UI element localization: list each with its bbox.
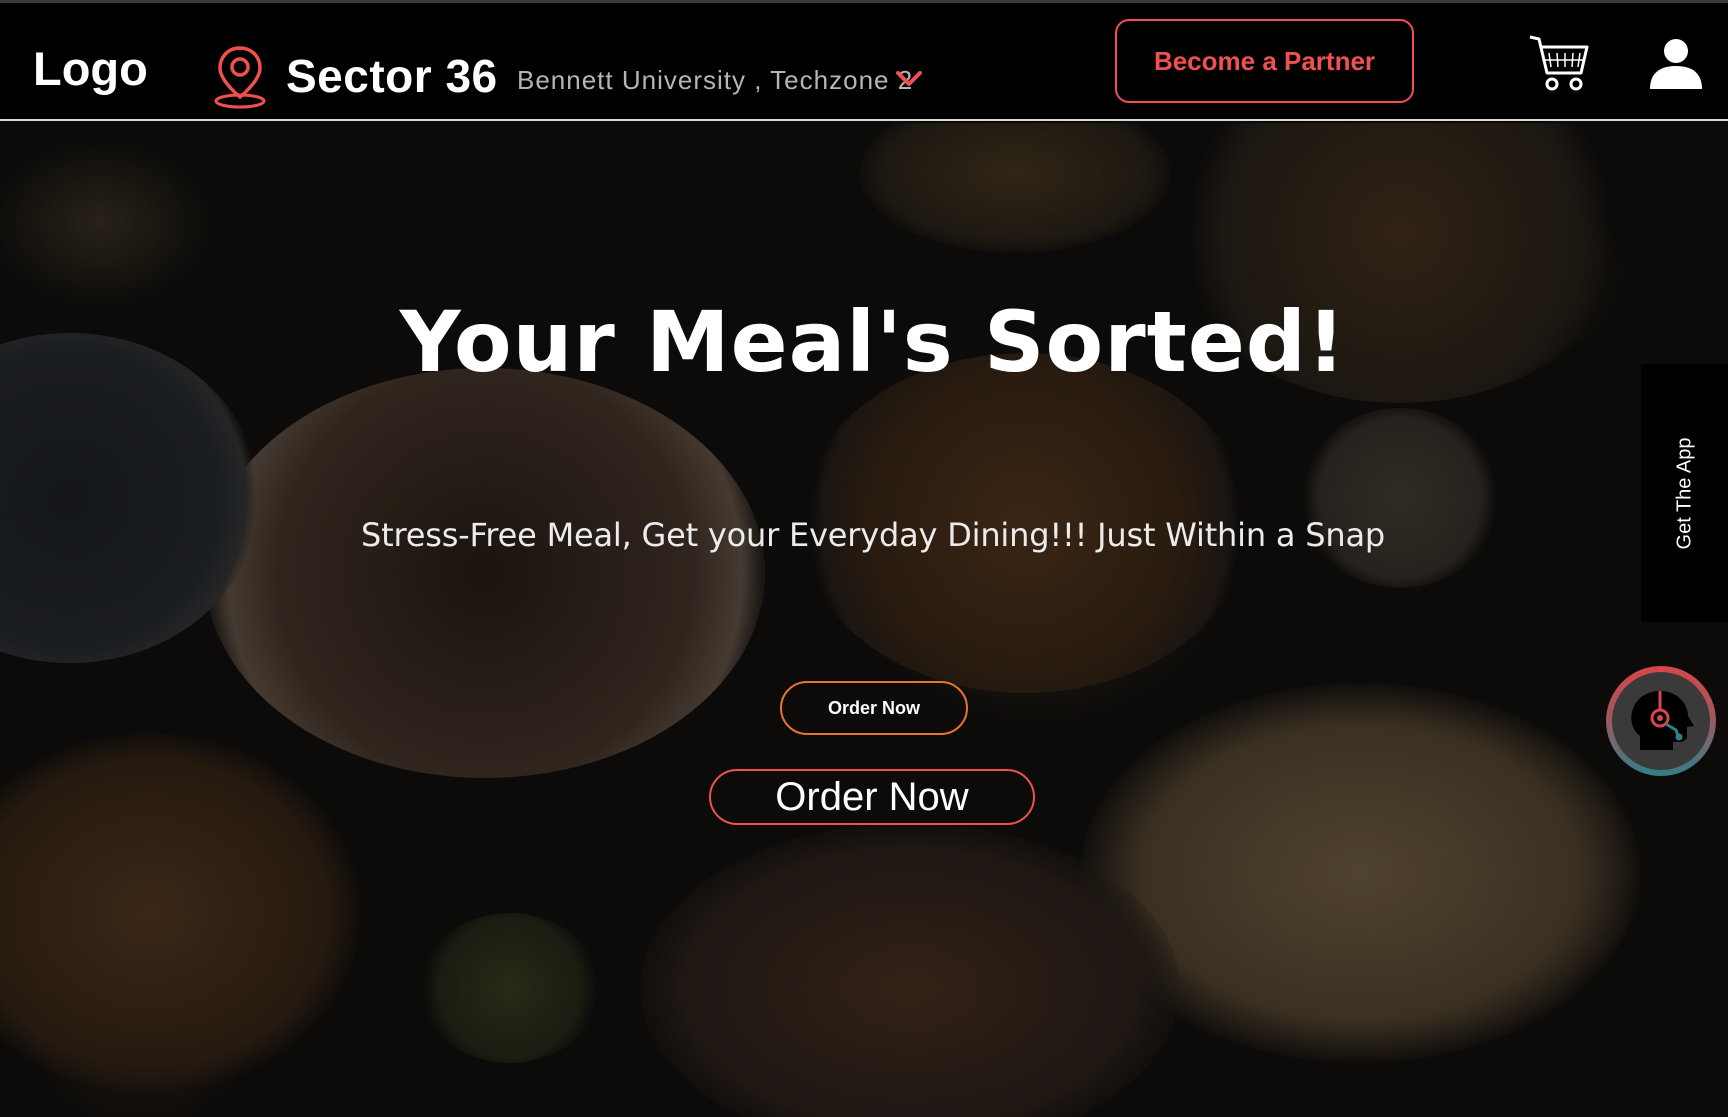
hero-title: Your Meal's Sorted! [399,293,1347,391]
support-agent-icon [1631,690,1694,750]
hero-subtitle: Stress-Free Meal, Get your Everyday Dini… [361,516,1385,554]
logo[interactable]: Logo [33,41,148,96]
become-partner-button[interactable]: Become a Partner [1115,19,1414,103]
hero-section: Your Meal's Sorted! Stress-Free Meal, Ge… [0,123,1728,1117]
order-now-button[interactable]: Order Now [709,769,1035,825]
get-the-app-label: Get The App [1673,437,1695,549]
user-icon[interactable] [1648,37,1704,91]
navbar: Logo Sector 36 Bennett University , Tech… [0,3,1728,121]
chevron-down-icon[interactable] [895,69,923,89]
support-button-inner [1612,672,1710,770]
location-address[interactable]: Bennett University , Techzone 2 [517,65,913,96]
order-now-button-small[interactable]: Order Now [780,681,968,735]
cart-icon[interactable] [1527,33,1591,95]
hero-dark-overlay [0,123,1728,1117]
map-pin-icon[interactable] [211,43,269,109]
location-title[interactable]: Sector 36 [286,49,498,103]
get-the-app-tab[interactable]: Get The App [1641,364,1728,622]
support-chat-button[interactable] [1606,666,1716,776]
